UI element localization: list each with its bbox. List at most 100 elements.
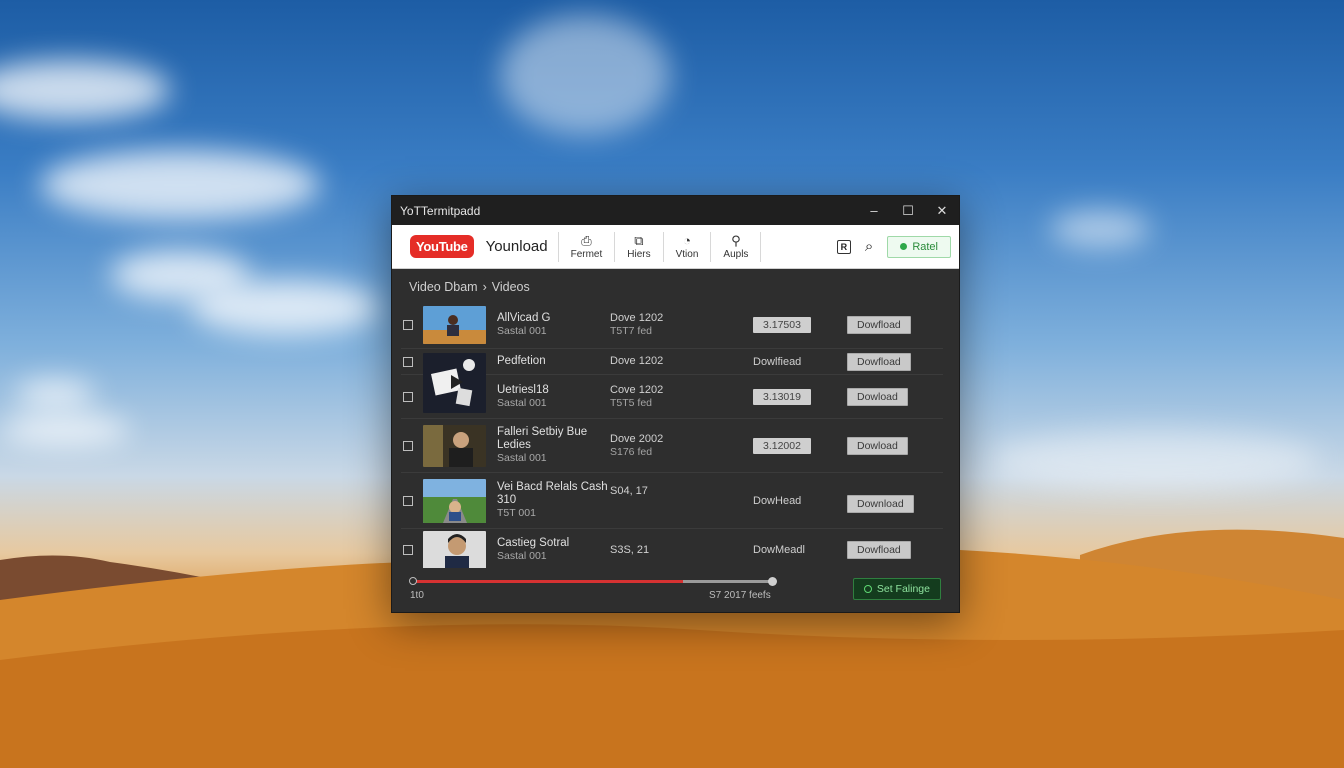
progress-bar[interactable] (413, 580, 773, 583)
tool-label: Vtion (675, 248, 699, 260)
download-button[interactable]: Dowfload (847, 352, 911, 371)
video-icon: ◔ (683, 232, 691, 248)
row-checkbox[interactable] (403, 495, 413, 506)
breadcrumb-root[interactable]: Video Dbam (409, 280, 478, 294)
video-meta: S3S, 21 (610, 543, 650, 556)
tool-label: Hiers (627, 248, 651, 260)
video-row[interactable]: Vei Bacd Relals Cash 310 T5T 001 S04, 17 … (401, 473, 943, 529)
video-row[interactable]: AllVicad G Sastal 001 Dove 1202 T5T7 fed 3… (401, 301, 943, 349)
video-row[interactable]: Pedfetion Dove 1202 Dowlfiead Dowfload (401, 349, 943, 413)
panel-button-label: Ratel (912, 240, 938, 253)
size-badge: 3.17503 (753, 316, 811, 333)
minimize-button[interactable]: – (857, 196, 891, 225)
app-brand-name: Younload (485, 238, 548, 255)
video-title: Uetriesl18 Sastal 001 (497, 384, 610, 410)
progress-end-label: S7 2017 feefs (709, 590, 771, 601)
settings-button-label: Set Falinge (876, 583, 930, 595)
video-meta: S04, 17 (610, 485, 648, 497)
video-thumbnail[interactable] (423, 424, 486, 467)
progress-start-handle[interactable] (409, 577, 417, 585)
video-row[interactable]: Uetriesl18 Sastal 001 Cove 1202 T5T5 fed 3… (401, 375, 943, 419)
main-content: Video Dbam › Videos AllVicad G Sastal 001 D… (392, 269, 959, 569)
audio-icon: ⚲ (731, 232, 741, 248)
size-badge: 3.13019 (753, 388, 811, 405)
cloud (40, 150, 320, 220)
download-button[interactable]: Dowfload (847, 315, 911, 334)
video-title: Vei Bacd Relals Cash 310 T5T 001 (497, 481, 610, 520)
state-text: DowHead (753, 494, 802, 507)
row-checkbox[interactable] (403, 319, 413, 330)
video-meta: Dove 1202 (610, 355, 664, 367)
download-button[interactable]: Dowload (847, 387, 908, 406)
status-dot-icon (900, 243, 908, 250)
video-state: 3.12002 (753, 437, 847, 454)
video-channel: T5T 001 (497, 507, 536, 519)
filters-icon: ⧉ (634, 232, 644, 248)
toolbar-divider (760, 231, 836, 262)
cloud (500, 15, 670, 135)
download-button[interactable]: Dowfload (847, 541, 911, 559)
close-button[interactable]: ✕ (925, 196, 959, 225)
progress-end-handle[interactable] (768, 577, 777, 586)
video-row[interactable]: Castieg Sotral Sastal 001 S3S, 21 DowMead… (401, 529, 943, 571)
video-state: 3.17503 (753, 316, 847, 333)
video-channel: Sastal 001 (497, 324, 547, 337)
video-channel: Sastal 001 (497, 452, 547, 464)
cloud (0, 60, 170, 120)
settings-button[interactable]: Set Falinge (852, 578, 941, 600)
video-state: DowHead (753, 495, 847, 507)
breadcrumb-separator: › (482, 280, 487, 294)
video-state: DowMeadl (753, 544, 847, 556)
video-state: 3.13019 (753, 388, 847, 405)
progress-fill (413, 580, 683, 583)
youtube-logo: YouTube (410, 235, 474, 258)
search-icon[interactable]: ⌕ (865, 238, 873, 255)
video-thumbnail[interactable] (423, 478, 486, 523)
cloud (15, 380, 95, 408)
video-title: Castieg Sotral Sastal 001 (497, 537, 610, 563)
cloud (0, 415, 130, 445)
row-checkbox[interactable] (403, 391, 413, 402)
breadcrumb-current: Videos (491, 280, 530, 294)
row-checkbox[interactable] (403, 356, 413, 367)
format-icon: ⎙ (581, 232, 592, 248)
window-controls: – ☐ ✕ (857, 196, 959, 225)
title-bar[interactable]: YoTTermitpadd – ☐ ✕ (392, 196, 959, 225)
breadcrumb: Video Dbam › Videos (392, 269, 959, 301)
video-tool-button[interactable]: ◔ Vtion (662, 231, 711, 262)
box-r-icon[interactable]: R (836, 239, 851, 254)
state-text: Dowlfiead (753, 355, 802, 368)
window-title: YoTTermitpadd (400, 203, 481, 218)
video-meta: Cove 1202 T5T5 fed (610, 383, 664, 409)
format-tool-button[interactable]: ⎙ Fermet (557, 231, 615, 262)
tool-label: Aupls (723, 248, 749, 260)
row-checkbox[interactable] (403, 545, 413, 555)
maximize-button[interactable]: ☐ (891, 196, 925, 225)
video-title: Falleri Setbiy Bue Ledies Sastal 001 (497, 426, 610, 465)
filters-tool-button[interactable]: ⧉ Hiers (614, 231, 662, 262)
progress-start-label: 1t0 (410, 590, 424, 601)
video-row[interactable]: Falleri Setbiy Bue Ledies Sastal 001 Dove… (401, 419, 943, 473)
state-text: DowMeadl (753, 544, 805, 556)
toolbar: YouTube Younload ⎙ Fermet ⧉ Hiers ◔ Vtio… (392, 225, 959, 269)
video-thumbnail[interactable] (423, 305, 486, 344)
video-thumbnail[interactable] (423, 531, 486, 569)
footer-bar: 1t0 S7 2017 feefs Set Falinge (392, 568, 959, 612)
video-meta: Dove 1202 T5T7 fed (610, 311, 664, 337)
video-state: Dowlfiead (753, 356, 847, 368)
video-channel: Sastal 001 (497, 550, 547, 562)
download-button[interactable]: Dowload (847, 436, 908, 455)
video-title: AllVicad G Sastal 001 (497, 312, 610, 338)
download-button[interactable]: Download (847, 494, 914, 513)
cloud (190, 280, 380, 335)
size-badge: 3.12002 (753, 437, 811, 454)
app-window: YoTTermitpadd – ☐ ✕ YouTube Younload ⎙ F… (391, 195, 960, 613)
panel-button[interactable]: Ratel (887, 235, 951, 258)
video-title: Pedfetion (497, 355, 546, 367)
video-channel: Sastal 001 (497, 396, 547, 409)
video-meta: Dove 2002 S176 fed (610, 432, 664, 458)
audio-tool-button[interactable]: ⚲ Aupls (710, 231, 760, 262)
row-checkbox[interactable] (403, 440, 413, 451)
settings-circle-icon (863, 585, 872, 593)
cloud (1050, 210, 1150, 248)
